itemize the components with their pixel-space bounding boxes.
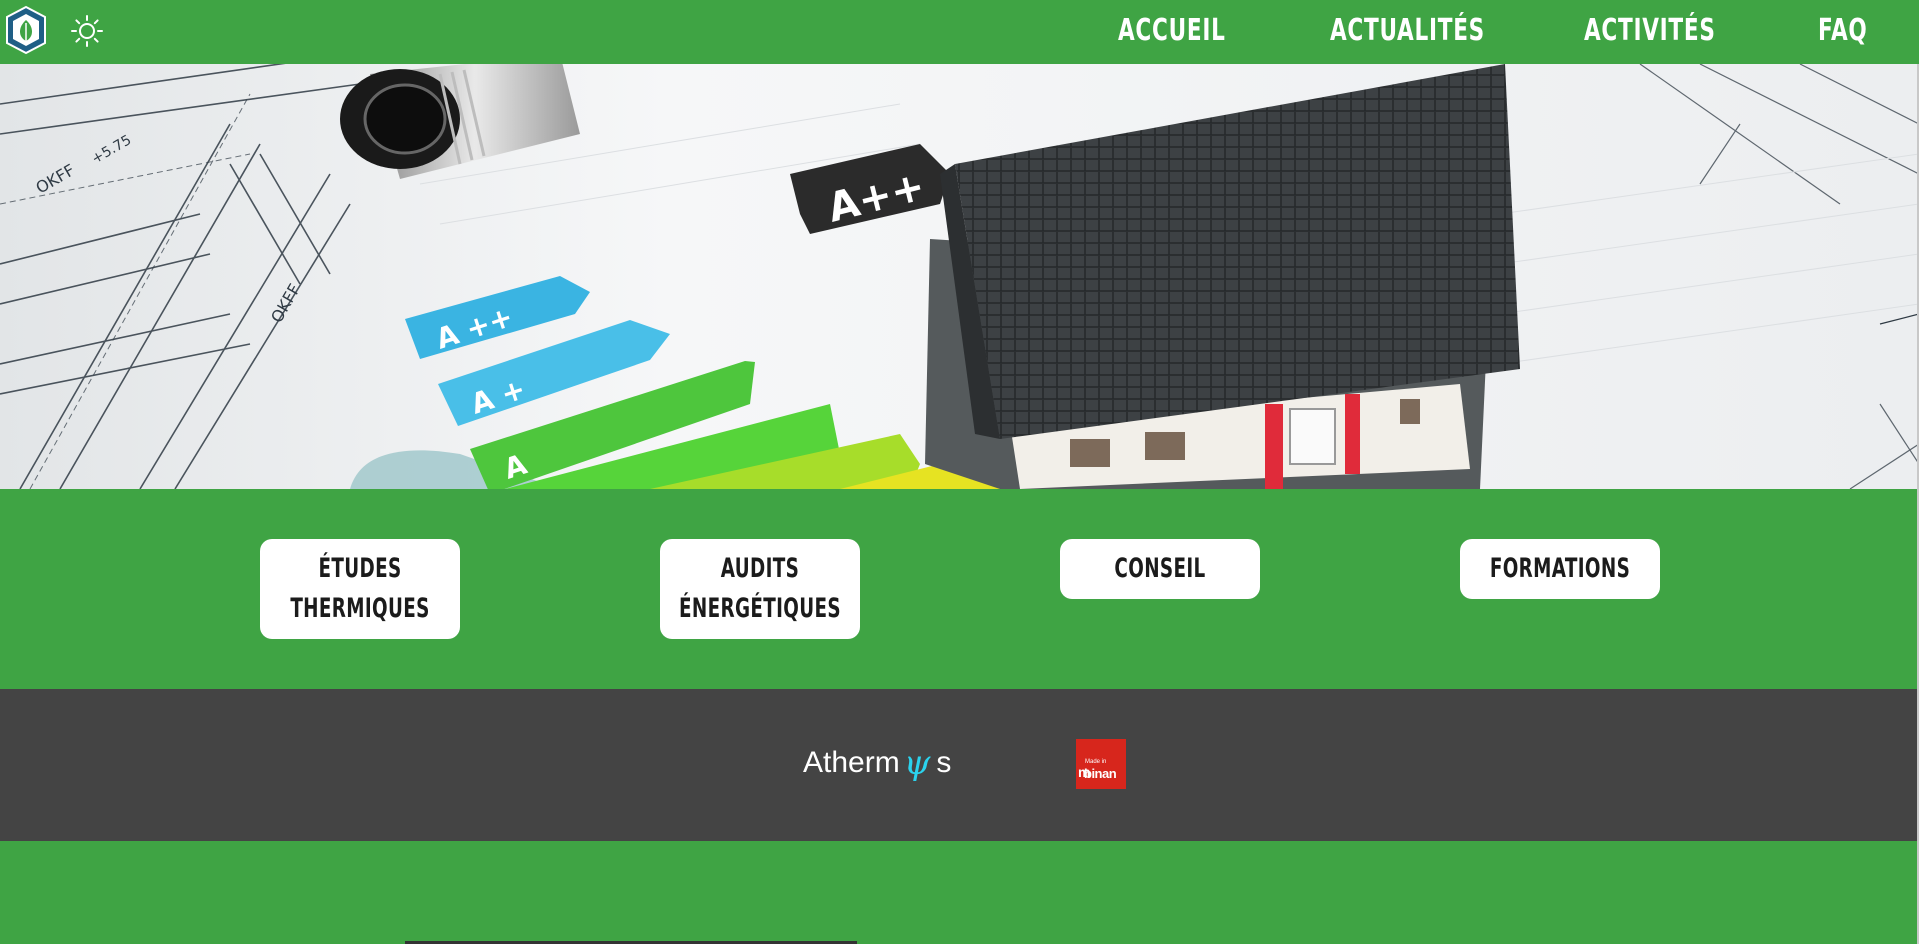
service-button-audits-energetiques[interactable]: AUDITS ÉNERGÉTIQUES (660, 539, 860, 639)
bottom-section (0, 841, 1919, 944)
service-label: FORMATIONS (1489, 553, 1631, 584)
hero-banner-image: OKFF +5.75 OKFF A++ A ++ A + A (0, 64, 1919, 489)
nav-link-actualites[interactable]: ACTUALITÉS (1330, 7, 1485, 55)
nav-link-faq[interactable]: FAQ (1818, 7, 1868, 55)
service-button-formations[interactable]: FORMATIONS (1460, 539, 1660, 599)
athermys-logo[interactable]: Atherm ψ s (803, 741, 951, 785)
service-button-conseil[interactable]: CONSEIL (1060, 539, 1260, 599)
nav-link-accueil[interactable]: ACCUEIL (1118, 7, 1226, 55)
partners-footer: Atherm ψ s Made in m binan (0, 689, 1919, 841)
service-label: AUDITS ÉNERGÉTIQUES (679, 553, 841, 624)
sun-icon[interactable] (70, 14, 104, 48)
leaf-shield-logo-icon[interactable] (4, 5, 48, 55)
service-label: CONSEIL (1114, 553, 1206, 584)
athermys-suffix: s (936, 746, 952, 779)
nav-link-activites[interactable]: ACTIVITÉS (1584, 7, 1716, 55)
athermys-prefix: Atherm (803, 746, 900, 779)
madein-big-text: binan (1084, 766, 1117, 781)
service-button-etudes-thermiques[interactable]: ÉTUDES THERMIQUES (260, 539, 460, 639)
top-navigation-bar: ACCUEIL ACTUALITÉS ACTIVITÉS FAQ (0, 0, 1919, 64)
psi-symbol: ψ (903, 743, 931, 783)
made-in-binan-logo[interactable]: Made in m binan (1076, 739, 1126, 789)
energy-rating-illustration: OKFF +5.75 OKFF A++ A ++ A + A (0, 64, 1919, 489)
service-label: ÉTUDES THERMIQUES (290, 553, 430, 624)
services-section: ÉTUDES THERMIQUES AUDITS ÉNERGÉTIQUES CO… (0, 489, 1919, 689)
